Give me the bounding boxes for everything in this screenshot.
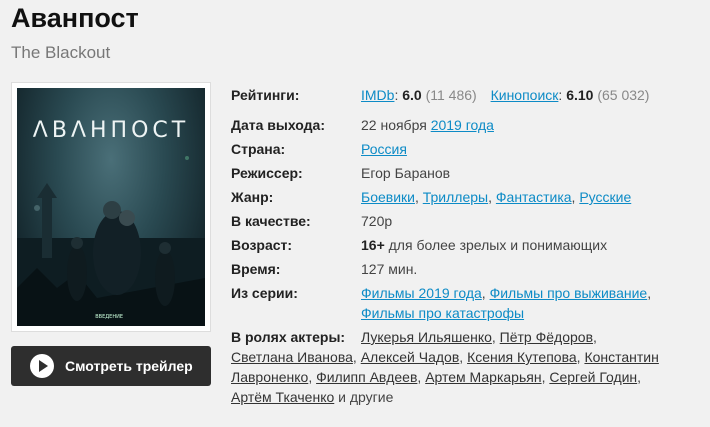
actor-link[interactable]: Ксения Кутепова <box>467 349 577 365</box>
actor-link[interactable]: Филипп Авдеев <box>316 369 417 385</box>
kinopoisk-score: 6.10 <box>566 87 594 103</box>
genre-link[interactable]: Фантастика <box>496 189 572 205</box>
poster-frame[interactable]: ΛВΛНПОСТ ВВЕДЕНИЕ <box>11 82 211 332</box>
release-label: Дата выхода: <box>231 117 325 133</box>
genre-link[interactable]: Триллеры <box>423 189 488 205</box>
age-text: для более зрелых и понимающих <box>388 237 608 253</box>
series-label: Из серии: <box>231 285 298 301</box>
genre-row: Жанр: Боевики, Триллеры, Фантастика, Рус… <box>231 189 632 205</box>
release-row: Дата выхода: 22 ноября 2019 года <box>231 115 701 135</box>
page-title: Аванпост <box>11 3 139 33</box>
age-row: Возраст: 16+ для более зрелых и понимающ… <box>231 235 701 255</box>
cast-block: В ролях актеры: Лукерья Ильяшенко, Пётр Ф… <box>231 329 659 405</box>
actor-link[interactable]: Лукерья Ильяшенко <box>361 329 492 345</box>
age-rating: 16+ <box>361 237 385 253</box>
imdb-link[interactable]: IMDb <box>361 87 394 103</box>
actor-link[interactable]: Сергей Годин <box>549 369 637 385</box>
series-link[interactable]: Фильмы 2019 года <box>361 285 482 301</box>
age-label: Возраст: <box>231 237 293 253</box>
genre-link[interactable]: Русские <box>579 189 631 205</box>
country-link[interactable]: Россия <box>361 141 407 157</box>
genre-label: Жанр: <box>231 189 274 205</box>
country-label: Страна: <box>231 141 286 157</box>
director-row: Режиссер: Егор Баранов <box>231 163 701 183</box>
release-date: 22 ноября <box>361 117 427 133</box>
actor-link[interactable]: Светлана Иванова <box>231 349 353 365</box>
duration-value: 127 мин. <box>361 261 418 277</box>
duration-row: Время: 127 мин. <box>231 259 701 279</box>
series-link[interactable]: Фильмы про выживание <box>490 285 648 301</box>
actor-link[interactable]: Алексей Чадов <box>361 349 460 365</box>
duration-label: Время: <box>231 261 281 277</box>
kinopoisk-votes: (65 032) <box>597 87 650 103</box>
watch-trailer-label: Смотреть трейлер <box>65 358 193 374</box>
series-link[interactable]: Фильмы про катастрофы <box>361 305 524 321</box>
watch-trailer-button[interactable]: Смотреть трейлер <box>11 346 211 386</box>
imdb-score: 6.0 <box>402 87 422 103</box>
play-icon <box>30 354 54 378</box>
quality-label: В качестве: <box>231 213 311 229</box>
director-value: Егор Баранов <box>361 165 451 181</box>
actor-link[interactable]: Артем Маркарьян <box>425 369 541 385</box>
imdb-votes: (11 486) <box>425 87 477 103</box>
genre-link[interactable]: Боевики <box>361 189 415 205</box>
ratings-row: Рейтинги: IMDb: 6.0 (11 486) Кинопоиск: … <box>231 87 650 103</box>
poster-title-text: ΛВΛНПОСТ <box>32 118 190 143</box>
director-label: Режиссер: <box>231 165 303 181</box>
kinopoisk-link[interactable]: Кинопоиск <box>491 87 559 103</box>
original-title: The Blackout <box>11 43 111 62</box>
release-year-link[interactable]: 2019 года <box>431 117 494 133</box>
movie-poster: ΛВΛНПОСТ ВВЕДЕНИЕ <box>17 88 205 326</box>
quality-row: В качестве: 720p <box>231 211 701 231</box>
country-row: Страна: Россия <box>231 139 701 159</box>
actor-link[interactable]: Пётр Фёдоров <box>500 329 593 345</box>
movie-info: Рейтинги: IMDb: 6.0 (11 486) Кинопоиск: … <box>231 85 701 327</box>
actor-link[interactable]: Артём Ткаченко <box>231 389 334 405</box>
cast-tail: и другие <box>338 389 394 405</box>
poster-badge: ВВЕДЕНИЕ <box>95 314 123 320</box>
series-row: Из серии: Фильмы 2019 года, Фильмы про в… <box>231 285 652 321</box>
quality-value: 720p <box>361 213 393 229</box>
cast-label: В ролях актеры: <box>231 329 346 345</box>
ratings-label: Рейтинги: <box>231 87 300 103</box>
